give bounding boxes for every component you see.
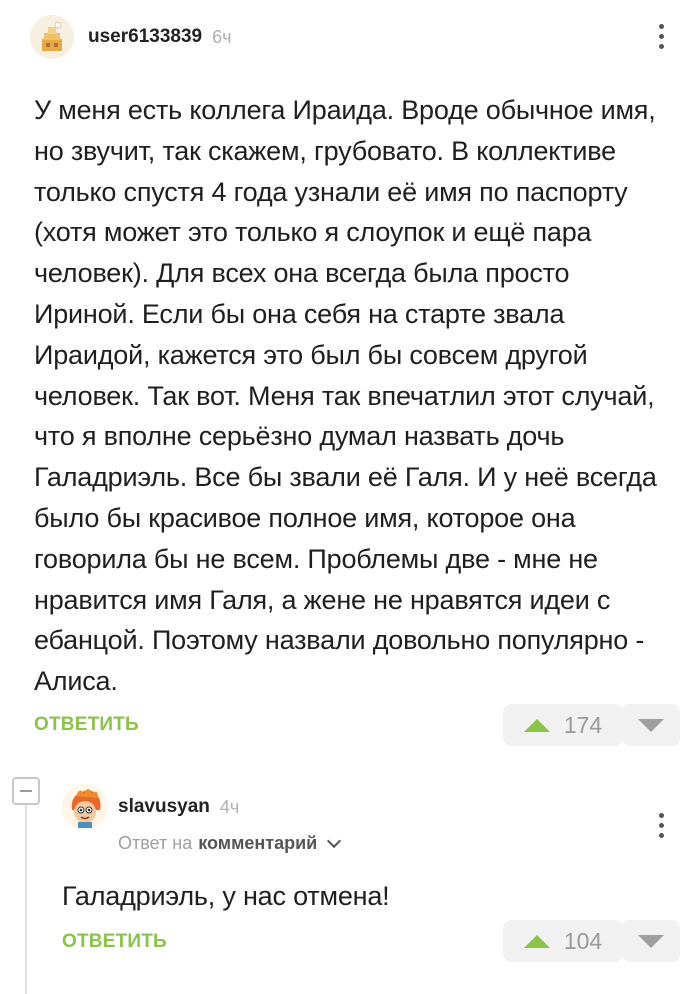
reply-rating-count: 104 [563,927,603,954]
collapse-thread-icon[interactable] [12,777,40,805]
reply-time: 4ч [219,796,240,817]
avatar[interactable] [30,15,74,59]
downvote-arrow-icon [638,934,664,948]
reply-to-meta: Ответ на комментарий [118,833,342,854]
reply-upvote-button[interactable]: 104 [503,920,623,962]
comment-text: У меня есть коллега Ираида. Вроде обычно… [34,95,657,697]
thread-line [25,805,27,994]
reply-downvote-button[interactable] [622,920,680,962]
reply-button[interactable]: ОТВЕТИТЬ [34,714,139,736]
reply-kebab-menu-icon[interactable] [651,813,671,838]
chevron-down-icon[interactable] [327,833,342,849]
reply-header: slavusyan 4ч [62,784,239,830]
kebab-menu-icon[interactable] [651,24,671,49]
reply-reply-button[interactable]: ОТВЕТИТЬ [62,931,167,953]
reply-target-link[interactable]: комментарий [198,833,317,854]
comment-header: user6133839 6ч [30,14,232,60]
upvote-button[interactable]: 174 [503,704,623,746]
comment-username[interactable]: user6133839 [88,26,202,48]
downvote-arrow-icon [638,718,664,732]
reply-avatar[interactable] [62,784,108,830]
reply-prefix: Ответ на [118,833,193,853]
avatar-image [30,15,74,59]
upvote-arrow-icon [523,934,550,948]
comment-time: 6ч [212,26,232,47]
reply-text: Галадриэль, у нас отмена! [62,881,390,911]
reply-avatar-image [62,784,108,830]
rating-count: 174 [563,711,603,738]
upvote-arrow-icon [523,718,550,732]
downvote-button[interactable] [622,704,680,746]
reply-username[interactable]: slavusyan [118,796,210,818]
